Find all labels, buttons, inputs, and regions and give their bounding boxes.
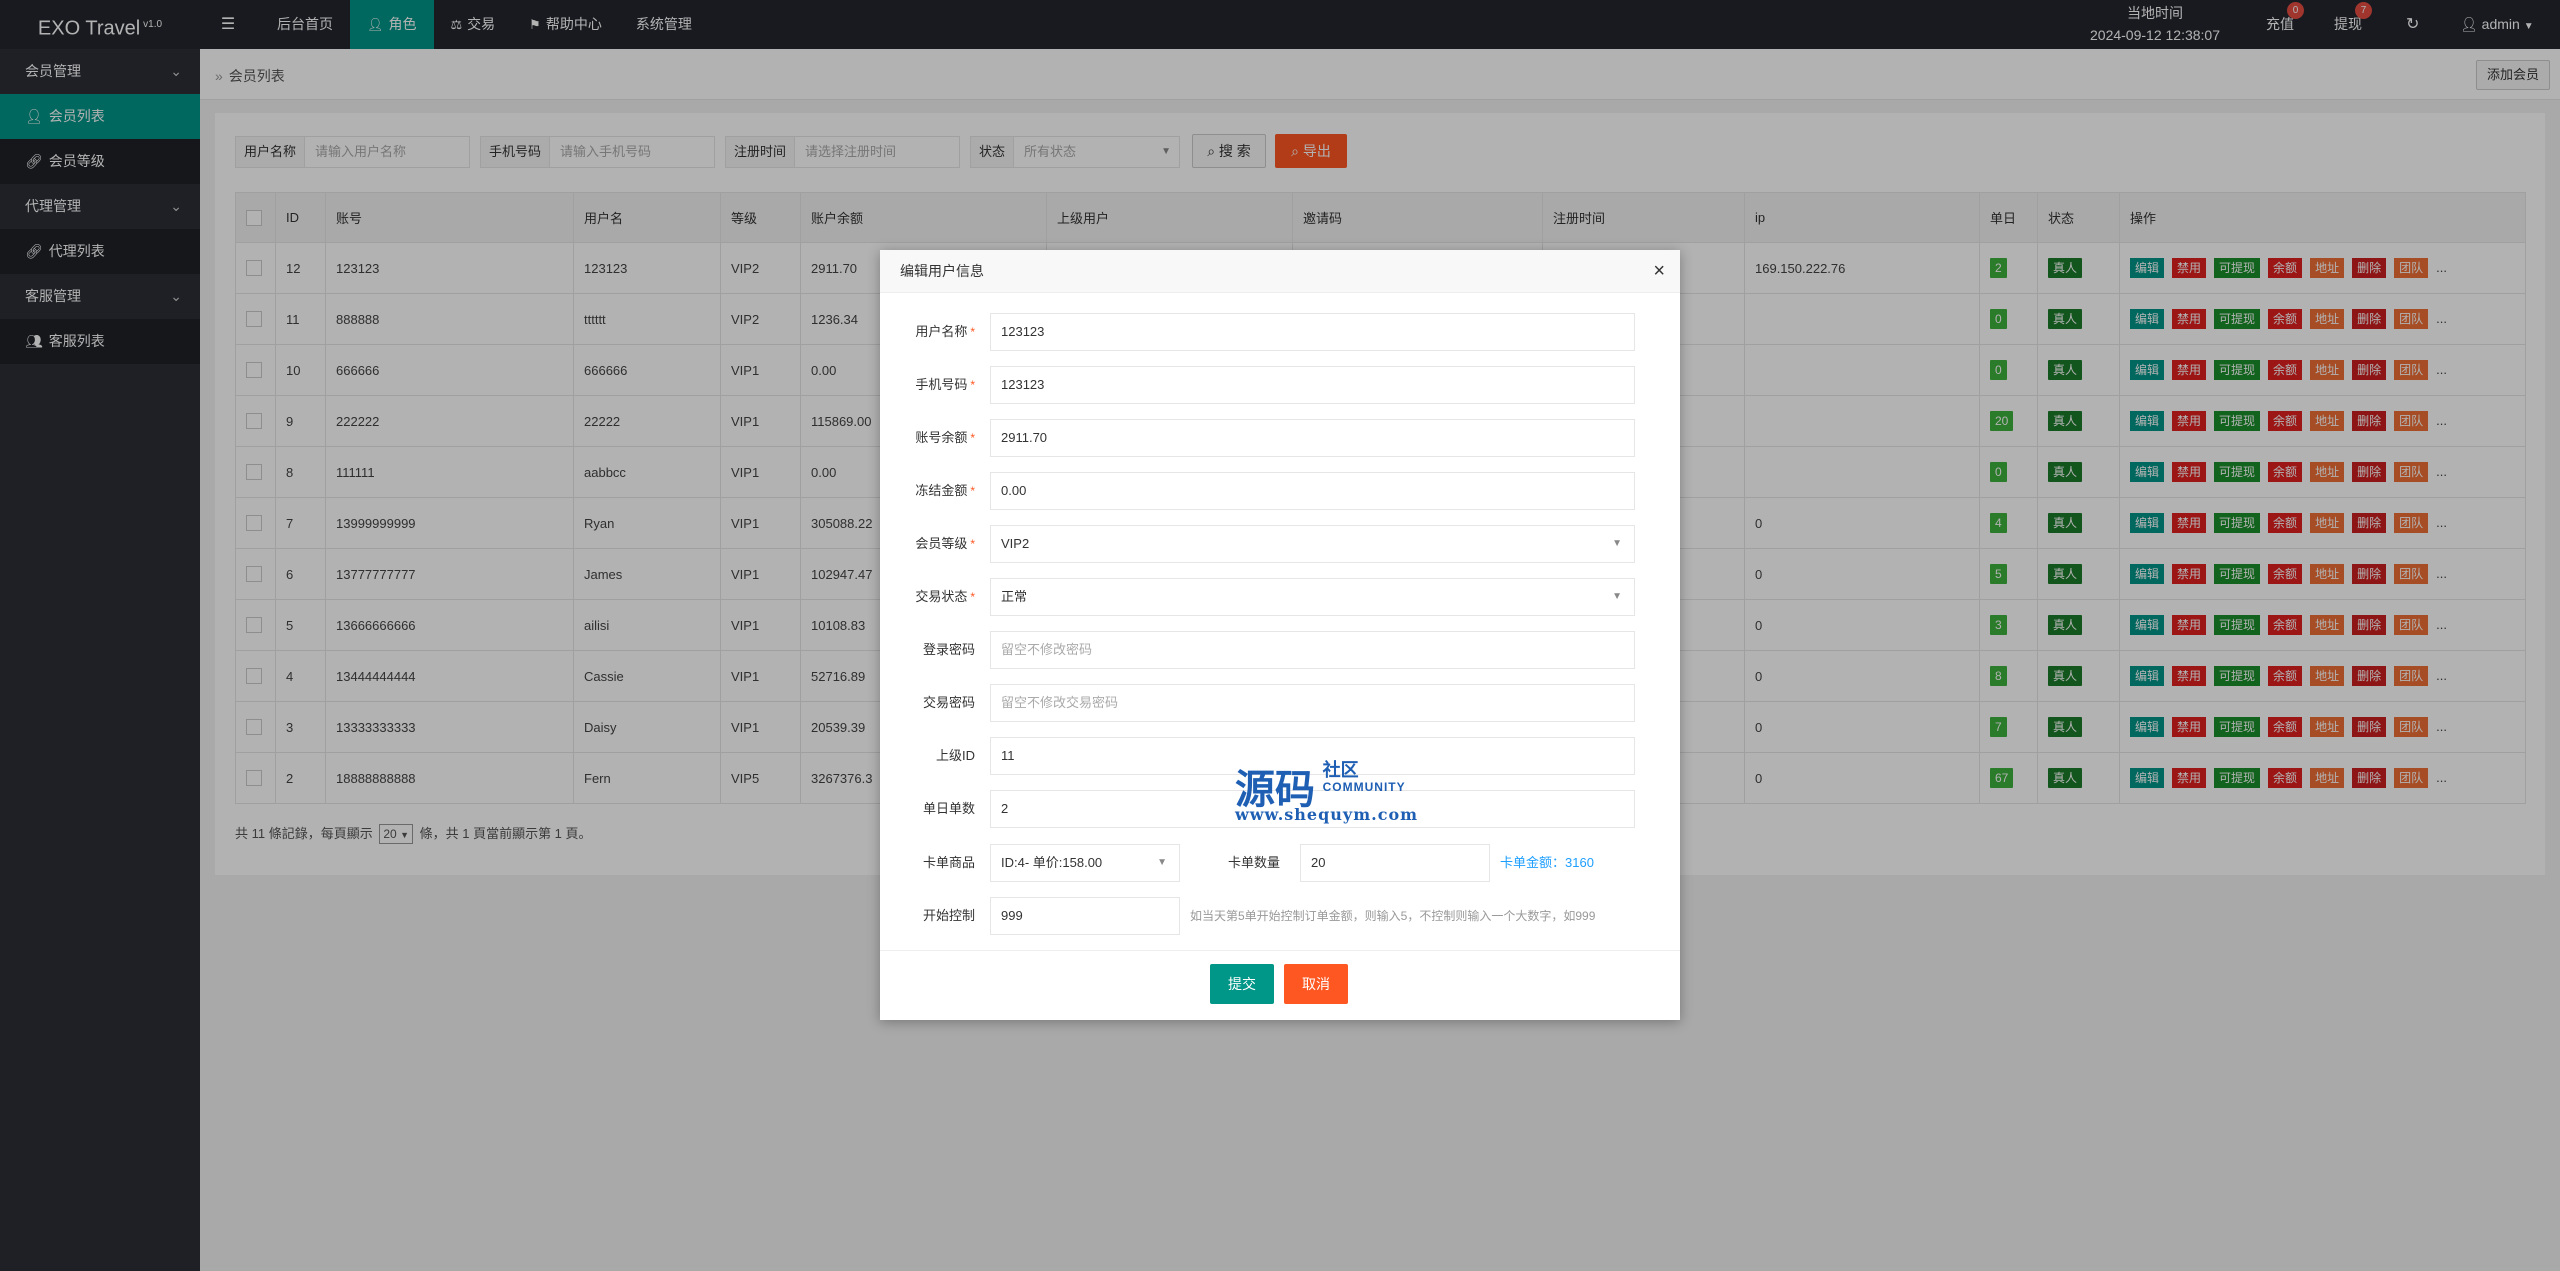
modal-input[interactable]: 留空不修改交易密码 [990,684,1635,722]
watermark-small: 社区 COMMUNITY [1323,760,1406,794]
field-label-text: 账号余额 [915,430,968,445]
required-mark: * [970,590,975,604]
submit-button[interactable]: 提交 [1210,964,1274,1004]
modal-field-row: 交易状态 * 正常 ▼ [880,578,1680,616]
watermark-small1: 社区 [1322,760,1359,780]
modal-field-label: 会员等级 * [880,525,975,563]
modal-input[interactable]: 留空不修改密码 [990,631,1635,669]
watermark-url: www.shequym.com [1235,805,1419,824]
field-value: 正常 [1001,589,1028,604]
modal-select[interactable]: VIP2 ▼ [990,525,1635,563]
modal-field-label: 用户名称 * [880,313,975,351]
field-label-text: 交易状态 [915,589,968,604]
watermark: 源码 社区 COMMUNITY www.shequym.com [1235,757,1455,827]
modal-field-row: 账号余额 * 2911.70 [880,419,1680,457]
required-mark: * [970,431,975,445]
modal-field-label: 单日单数 [880,790,975,828]
card-product-label-text: 卡单商品 [922,855,975,870]
field-value: 123123 [1001,324,1045,339]
modal-field-row: 冻结金额 * 0.00 [880,472,1680,510]
required-mark: * [970,325,975,339]
field-label-text: 用户名称 [915,324,968,339]
field-label-text: 手机号码 [915,377,968,392]
required-mark: * [970,537,975,551]
modal-input[interactable]: 123123 [990,366,1635,404]
required-mark: * [970,484,975,498]
dropdown-caret-icon: ▼ [1612,591,1622,602]
dropdown-caret-icon: ▼ [1157,857,1167,868]
field-label-text: 登录密码 [922,642,975,657]
dropdown-caret-icon: ▼ [1612,538,1622,549]
field-value: 2 [1001,801,1009,816]
modal-input[interactable]: 2911.70 [990,419,1635,457]
edit-user-modal: 编辑用户信息 × 用户名称 * 123123 手机号码 * 123123 账号余额 * 2911… [880,250,1680,1020]
field-value: VIP2 [1001,536,1030,551]
card-count-label: 卡单数量 [1190,844,1280,882]
modal-field-row: 交易密码 留空不修改交易密码 [880,684,1680,722]
field-placeholder: 留空不修改交易密码 [1001,695,1119,710]
field-value: 123123 [1001,377,1045,392]
field-value: 11 [1001,748,1015,763]
modal-field-row: 会员等级 * VIP2 ▼ [880,525,1680,563]
card-total: 卡单金额：3160 [1500,855,1594,870]
card-count-label-text: 卡单数量 [1227,855,1280,870]
start-control-input[interactable]: 999 [990,897,1180,935]
modal-field-row: 用户名称 * 123123 [880,313,1680,351]
field-label-text: 单日单数 [922,801,975,816]
modal-field-label: 登录密码 [880,631,975,669]
modal-field-label: 交易密码 [880,684,975,722]
card-count-input[interactable]: 20 [1300,844,1490,882]
start-control-row: 开始控制 999 如当天第5单开始控制订单金额，则输入5，不控制则输入一个大数字… [880,897,1680,935]
modal-field-label: 账号余额 * [880,419,975,457]
start-control-label-text: 开始控制 [922,908,975,923]
modal-select[interactable]: 正常 ▼ [990,578,1635,616]
modal-input[interactable]: 0.00 [990,472,1635,510]
card-count-value: 20 [1311,855,1326,870]
card-product-select[interactable]: ID:4- 单价:158.00 ▼ [990,844,1180,882]
field-label-text: 交易密码 [922,695,975,710]
start-control-hint: 如当天第5单开始控制订单金额，则输入5，不控制则输入一个大数字，如999 [1190,909,1596,923]
start-control-label: 开始控制 [880,897,975,935]
modal-input[interactable]: 123123 [990,313,1635,351]
start-control-value: 999 [1001,908,1023,923]
cancel-button[interactable]: 取消 [1284,964,1348,1004]
field-value: 0.00 [1001,483,1027,498]
field-value: 2911.70 [1001,430,1048,445]
modal-title: 编辑用户信息 [900,263,984,279]
field-label-text: 冻结金额 [915,483,968,498]
modal-header: 编辑用户信息 × [880,250,1680,293]
card-product-row: 卡单商品 ID:4- 单价:158.00 ▼ 卡单数量 20 卡单金额：3160 [880,844,1680,882]
modal-field-label: 冻结金额 * [880,472,975,510]
modal-field-row: 登录密码 留空不修改密码 [880,631,1680,669]
card-product-value: ID:4- 单价:158.00 [1001,855,1103,870]
modal-field-label: 手机号码 * [880,366,975,404]
modal-field-label: 上级ID [880,737,975,775]
required-mark: * [970,378,975,392]
modal-field-label: 交易状态 * [880,578,975,616]
field-label-text: 上级ID [935,748,975,763]
watermark-small2: COMMUNITY [1322,780,1406,794]
field-placeholder: 留空不修改密码 [1001,642,1093,657]
field-label-text: 会员等级 [915,536,968,551]
close-icon[interactable]: × [1653,250,1665,293]
modal-footer-divider [880,950,1680,951]
card-product-label: 卡单商品 [880,844,975,882]
modal-field-row: 手机号码 * 123123 [880,366,1680,404]
